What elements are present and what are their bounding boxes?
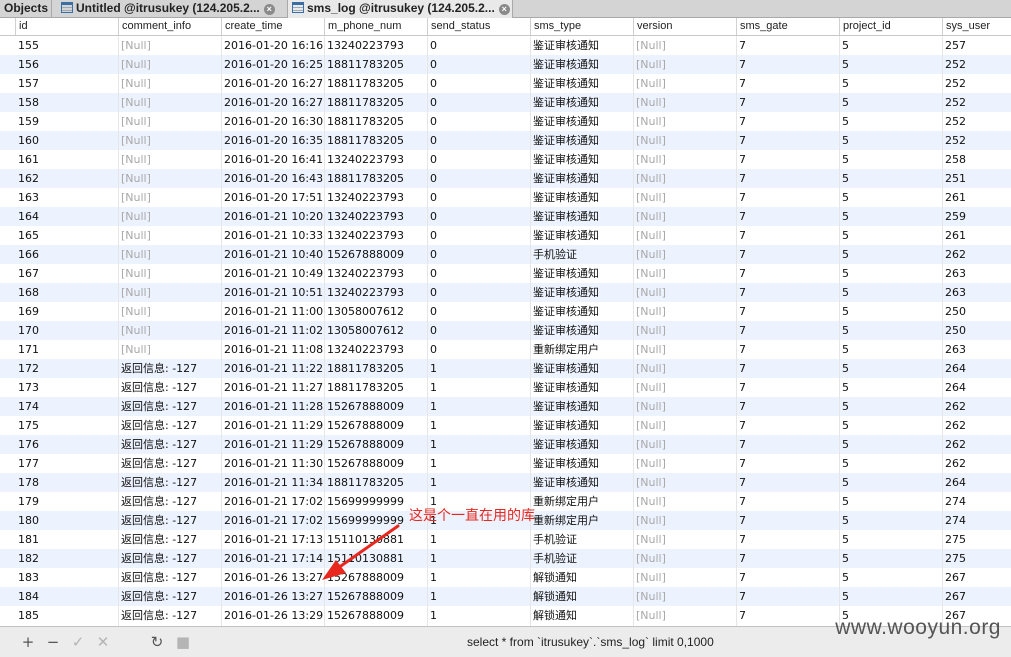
delete-record-button[interactable]: − bbox=[44, 633, 62, 651]
sql-statement: select * from `itrusukey`.`sms_log` limi… bbox=[467, 635, 714, 649]
discard-changes-button[interactable]: ✕ bbox=[94, 633, 112, 651]
watermark: www.wooyun.org bbox=[835, 616, 1001, 639]
add-record-button[interactable]: + bbox=[19, 633, 37, 651]
apply-changes-button[interactable]: ✓ bbox=[69, 633, 87, 651]
annotation-text: 这是个一直在用的库 bbox=[409, 508, 535, 524]
stop-button[interactable]: ■ bbox=[174, 633, 192, 651]
annotation-arrow bbox=[322, 524, 400, 580]
refresh-button[interactable]: ↻ bbox=[148, 633, 166, 651]
